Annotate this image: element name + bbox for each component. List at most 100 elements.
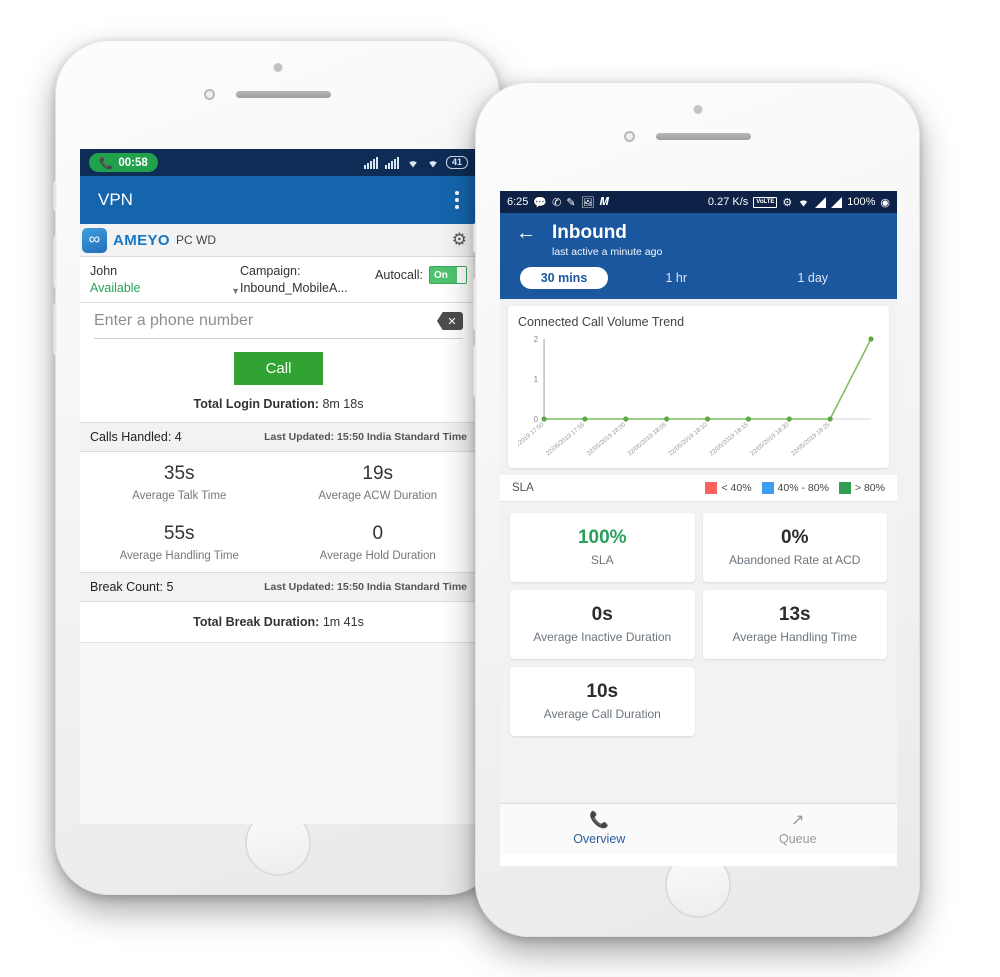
call-volume-chart-card: Connected Call Volume Trend 0 1 2 22/05/201… — [508, 306, 889, 468]
campaign-label: Campaign: — [240, 264, 301, 278]
earpiece-speaker — [236, 91, 331, 98]
svg-text:22/05/2019 18:10: 22/05/2019 18:10 — [667, 421, 709, 458]
dialer-input-row: ✕ — [94, 312, 463, 339]
whatsapp-icon: ✆ — [552, 196, 562, 209]
kpi-label: Average Talk Time — [132, 490, 227, 502]
left-phone-mute-switch — [53, 181, 57, 211]
autocall-toggle-state: On — [434, 269, 448, 281]
screenshot-stage: 📞 00:58 41 VPN ∞ AMEYO PC WD ⚙ John Avai… — [0, 0, 1000, 977]
total-break-duration-value: 1m 41s — [322, 615, 364, 629]
front-camera-icon — [273, 63, 282, 72]
gear-icon[interactable]: ⚙ — [452, 230, 467, 250]
right-empty-area — [500, 740, 897, 803]
battery-indicator: 41 — [445, 156, 468, 169]
ameyo-subtitle: PC WD — [176, 233, 217, 247]
front-camera-icon — [693, 105, 702, 114]
agent-kpi-grid: 35s Average Talk Time 19s Average ACW Du… — [80, 452, 477, 572]
agent-info-row: John Available ▼ Campaign: Inbound_Mobil… — [80, 257, 477, 303]
svg-text:2: 2 — [534, 335, 539, 344]
metric-label: Abandoned Rate at ACD — [729, 553, 861, 567]
break-last-updated: Last Updated: 15:50 India Standard Time — [264, 581, 467, 593]
agent-status-selector[interactable]: John Available ▼ — [90, 264, 240, 296]
legend-swatch — [761, 482, 774, 494]
wifi-icon — [409, 160, 417, 167]
chart-plot-area: 0 1 2 22/05/2019 17:50 22/05/2019 17:55 22/05… — [518, 331, 879, 463]
svg-text:22/05/2019 17:50: 22/05/2019 17:50 — [518, 421, 546, 458]
left-phone-volume-down — [53, 303, 57, 355]
chevron-down-icon: ▼ — [231, 286, 240, 296]
kpi-value: 19s — [362, 463, 394, 484]
right-phone-volume-up — [473, 278, 477, 330]
header-titles: Inbound last active a minute ago — [552, 222, 662, 258]
calls-handled-left: Calls Handled: 4 — [90, 430, 182, 444]
sla-legend-row: SLA < 40% 40% - 80% > 80% — [500, 475, 897, 502]
autocall-label: Autocall: — [375, 268, 423, 282]
kpi-label: Average Hold Duration — [319, 550, 436, 562]
kpi-cell: 19s Average ACW Duration — [279, 452, 478, 512]
kpi-cell: 55s Average Handling Time — [80, 512, 279, 572]
battery-percent-text: 100% — [847, 196, 876, 208]
kpi-value: 0 — [372, 523, 384, 544]
edit-icon: ✎ — [566, 196, 576, 209]
signal-bars-icon — [384, 156, 399, 169]
kpi-cell: 35s Average Talk Time — [80, 452, 279, 512]
metric-value: 10s — [586, 681, 619, 702]
status-bar-clock: 6:25 — [507, 196, 529, 208]
calls-handled-count: 4 — [174, 430, 182, 444]
legend-text: > 80% — [854, 482, 885, 494]
svg-text:22/05/2019 17:55: 22/05/2019 17:55 — [545, 421, 587, 458]
header-top-row: ← Inbound last active a minute ago — [516, 222, 881, 258]
kpi-value: 55s — [163, 523, 195, 544]
tab-30-mins[interactable]: 30 mins — [520, 267, 608, 289]
autocall-toggle[interactable]: On — [429, 266, 467, 284]
kpi-value: 35s — [163, 463, 195, 484]
signal-bars-icon — [363, 156, 378, 169]
volte-badge: VoLTE — [753, 196, 778, 208]
right-phone-mute-switch — [473, 223, 477, 253]
left-screen-body: John Available ▼ Campaign: Inbound_Mobil… — [80, 257, 477, 824]
tab-1-hr[interactable]: 1 hr — [608, 271, 745, 285]
left-app-bar: VPN — [80, 176, 477, 224]
nav-label: Overview — [573, 832, 626, 846]
break-count-header: Break Count: 5 Last Updated: 15:50 India… — [80, 572, 477, 602]
agent-status-label: Available — [90, 281, 141, 295]
calls-handled-label: Calls Handled: — [90, 430, 172, 444]
ameyo-infinity-logo: ∞ — [82, 227, 107, 253]
metric-value: 0s — [591, 604, 613, 625]
total-login-duration-value: 8m 18s — [322, 397, 364, 411]
dialer-area: ✕ Call Total Login Duration: 8m 18s — [80, 303, 477, 422]
nav-label: Queue — [778, 832, 817, 846]
legend-item-mid: 40% - 80% — [761, 482, 829, 494]
svg-text:1: 1 — [534, 375, 539, 384]
sla-label: SLA — [512, 482, 534, 494]
status-bar-right: 0.27 K/s VoLTE ⚙ 100% ◉ — [708, 196, 890, 209]
right-screen-body: Connected Call Volume Trend 0 1 2 22/05/201… — [500, 299, 897, 854]
signal-bars-icon — [815, 196, 827, 208]
phone-number-input[interactable] — [94, 312, 427, 330]
kebab-menu-icon[interactable] — [455, 191, 459, 209]
legend-swatch — [838, 482, 851, 494]
call-timer-text: 00:58 — [118, 156, 148, 169]
svg-text:22/05/2019 18:05: 22/05/2019 18:05 — [626, 421, 668, 458]
ameyo-brand-group: ∞ AMEYO PC WD — [80, 227, 217, 253]
metric-label: SLA — [590, 553, 614, 567]
total-login-duration: Total Login Duration: 8m 18s — [94, 385, 463, 422]
data-rate-text: 0.27 K/s — [707, 196, 749, 208]
backspace-icon[interactable]: ✕ — [437, 312, 463, 330]
app-bar-title: VPN — [98, 190, 133, 209]
svg-text:22/05/2019 18:20: 22/05/2019 18:20 — [749, 421, 791, 458]
photos-icon: 🖼 — [580, 196, 595, 209]
sla-legend: < 40% 40% - 80% > 80% — [705, 482, 885, 494]
nav-item-queue[interactable]: ↗ Queue — [699, 811, 898, 846]
campaign-value: Inbound_MobileA... — [240, 281, 348, 295]
call-button[interactable]: Call — [233, 352, 324, 385]
metric-card-sla: 100% SLA — [510, 513, 695, 582]
svg-text:22/05/2019 18:25: 22/05/2019 18:25 — [790, 421, 832, 458]
page-subtitle: last active a minute ago — [552, 246, 663, 258]
signal-bars-icon — [831, 196, 843, 208]
kpi-cell: 0 Average Hold Duration — [279, 512, 478, 572]
tab-1-day[interactable]: 1 day — [745, 271, 882, 285]
back-arrow-icon[interactable]: ← — [516, 222, 536, 244]
metric-card-inactive-duration: 0s Average Inactive Duration — [510, 590, 695, 659]
nav-item-overview[interactable]: 📞 Overview — [500, 811, 699, 846]
